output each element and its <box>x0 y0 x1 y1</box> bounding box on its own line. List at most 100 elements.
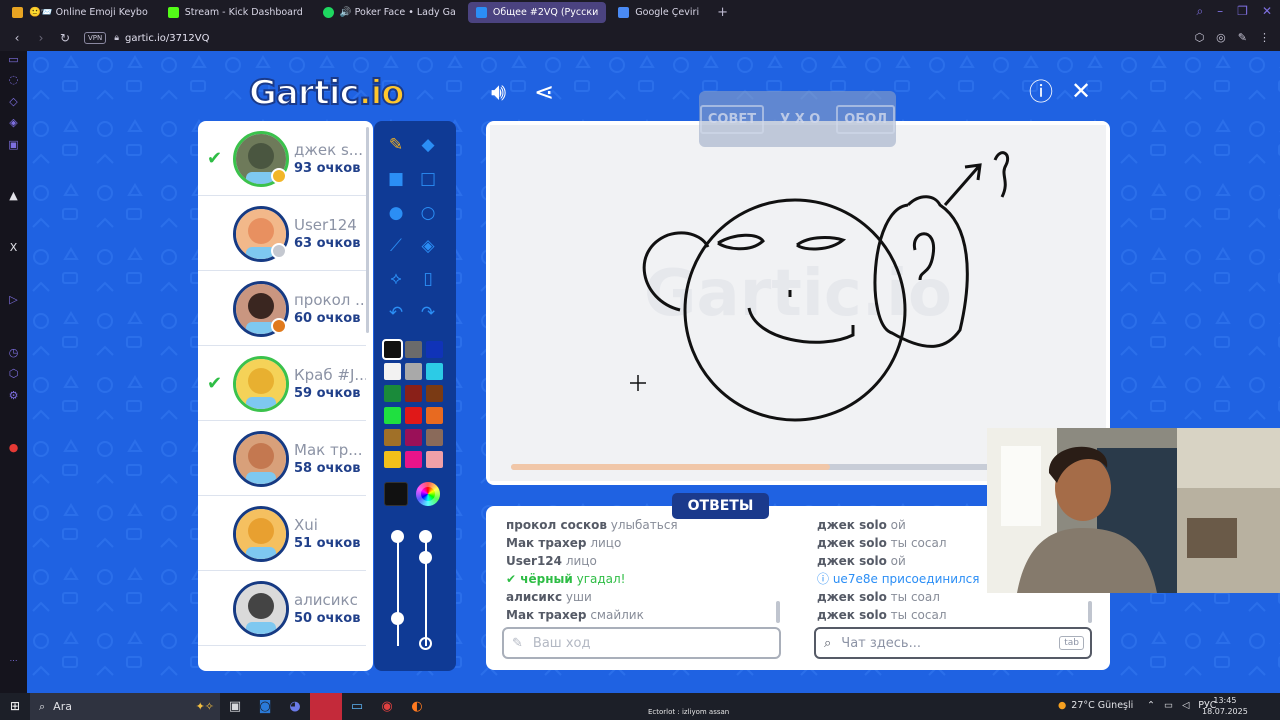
pencil-icon[interactable]: ✎ <box>384 133 408 157</box>
x-icon[interactable]: X <box>7 241 20 254</box>
explorer-icon[interactable]: ▭ <box>342 693 372 720</box>
search-tabs-icon[interactable]: ⌕ <box>1196 4 1203 19</box>
player-icon[interactable]: ▷ <box>7 293 20 306</box>
gartic-logo[interactable]: Gartic.io <box>248 72 406 114</box>
chat-input[interactable]: ⌕ Чат здесь... tab <box>814 627 1092 659</box>
color-swatch[interactable] <box>384 407 401 424</box>
player-row[interactable]: Xui 51 очков <box>198 496 366 571</box>
color-swatch[interactable] <box>405 363 422 380</box>
player-row[interactable]: прокол ... 60 очков <box>198 271 366 346</box>
color-swatch[interactable] <box>405 341 422 358</box>
color-swatch[interactable] <box>426 451 443 468</box>
rectangle-icon[interactable]: □ <box>416 167 440 191</box>
menu-icon[interactable]: ⋮ <box>1259 31 1270 44</box>
forward-icon[interactable]: › <box>34 31 48 45</box>
redo-icon[interactable]: ↷ <box>416 301 440 325</box>
color-swatch[interactable] <box>426 429 443 446</box>
history-icon[interactable]: ◷ <box>7 346 20 359</box>
minimize-icon[interactable]: – <box>1217 4 1223 19</box>
color-swatch[interactable] <box>405 451 422 468</box>
player-list-scrollbar[interactable] <box>366 127 369 333</box>
brush-size-knob[interactable] <box>391 530 404 543</box>
color-swatch[interactable] <box>405 385 422 402</box>
extensions-icon[interactable]: ⬡ <box>1195 31 1205 44</box>
messenger-icon[interactable]: ▭ <box>7 53 20 66</box>
answers-tab-label[interactable]: ОТВЕТЫ <box>672 493 769 519</box>
network-icon[interactable]: ▭ <box>1164 700 1173 711</box>
obs-icon[interactable]: ◉ <box>372 693 402 720</box>
color-swatch[interactable] <box>426 341 443 358</box>
browser-tab-gartic[interactable]: Общее #2VQ (Русски <box>467 2 607 23</box>
discord-icon[interactable]: ◕ <box>280 693 310 720</box>
browser-tab-spotify[interactable]: 🔊 Poker Face • Lady Ga <box>315 2 464 23</box>
browser-tab-translate[interactable]: Google Çeviri <box>610 2 707 23</box>
volume-icon[interactable]: ◁ <box>1182 700 1189 711</box>
fill-bucket-icon[interactable]: ◈ <box>416 234 440 258</box>
record-icon[interactable]: ● <box>7 441 20 454</box>
app-icon[interactable] <box>310 693 342 720</box>
share-icon[interactable]: ⋖ <box>534 80 554 104</box>
color-swatch[interactable] <box>405 429 422 446</box>
current-color-swatch[interactable] <box>384 482 408 506</box>
settings-icon[interactable]: ⚙ <box>7 389 20 402</box>
brush-size-slider[interactable] <box>397 536 399 646</box>
opacity-knob[interactable] <box>419 551 432 564</box>
filled-ellipse-icon[interactable]: ● <box>384 201 408 225</box>
sound-icon[interactable]: 🔊︎ <box>491 80 506 104</box>
color-swatch[interactable] <box>384 429 401 446</box>
maximize-icon[interactable]: ❐ <box>1237 4 1248 19</box>
color-swatch[interactable] <box>426 407 443 424</box>
messenger-icon[interactable]: ◈ <box>7 116 20 129</box>
taskbar-search[interactable]: ⌕ Ara ✦✧ <box>30 693 220 720</box>
aria-icon[interactable]: ▲ <box>7 189 20 202</box>
pin-icon[interactable]: ✎ <box>1238 31 1247 44</box>
player-row[interactable]: User124 63 очков <box>198 196 366 271</box>
close-icon[interactable]: ✕ <box>1071 79 1091 103</box>
hint-button[interactable]: СОВЕТ <box>699 104 765 134</box>
close-window-icon[interactable]: ✕ <box>1262 4 1272 19</box>
vpn-badge[interactable]: VPN <box>84 32 107 44</box>
color-swatch[interactable] <box>384 363 401 380</box>
player-row[interactable]: ✔ джек s... 93 очков <box>198 121 366 196</box>
chat-scrollbar[interactable] <box>1088 601 1092 623</box>
color-swatch[interactable] <box>426 385 443 402</box>
weather-widget[interactable]: ● 27°C Güneşli <box>1058 700 1133 711</box>
browser-tab-kick[interactable]: Stream - Kick Dashboard <box>160 2 311 23</box>
url-field[interactable]: gartic.io/3712VQ <box>125 33 209 44</box>
opacity-knob[interactable] <box>419 637 432 650</box>
messenger-icon[interactable]: ▣ <box>7 138 20 151</box>
screenshot-icon[interactable]: ◎ <box>1216 31 1226 44</box>
answers-scrollbar[interactable] <box>776 601 780 623</box>
filled-rectangle-icon[interactable]: ■ <box>384 167 408 191</box>
eyedropper-icon[interactable]: ⟡ <box>384 267 408 291</box>
color-picker-icon[interactable] <box>416 482 440 506</box>
browser-tab-emoji[interactable]: 🙂📨 Online Emoji Keybo <box>4 2 156 23</box>
guess-input[interactable]: ✎ Ваш ход <box>502 627 781 659</box>
hint-skip-button[interactable]: ОБОЛ <box>836 104 896 134</box>
eraser-icon[interactable]: ◆ <box>416 133 440 157</box>
reload-icon[interactable]: ↻ <box>58 31 72 45</box>
feed-icon[interactable]: ⬡ <box>7 367 20 380</box>
color-swatch[interactable] <box>405 407 422 424</box>
back-icon[interactable]: ‹ <box>10 31 24 45</box>
windows-start-icon[interactable]: ⊞ <box>0 693 30 720</box>
messenger-icon[interactable]: ◌ <box>7 73 20 86</box>
color-swatch[interactable] <box>382 339 403 360</box>
line-icon[interactable]: ⟋ <box>384 234 408 258</box>
color-swatch[interactable] <box>384 451 401 468</box>
undo-icon[interactable]: ↶ <box>384 301 408 325</box>
tray-chevron-icon[interactable]: ⌃ <box>1147 700 1155 711</box>
player-row[interactable]: алисикс 50 очков <box>198 571 366 646</box>
clock[interactable]: 13:45 18.07.2025 <box>1202 695 1248 717</box>
firefox-icon[interactable]: ◐ <box>402 693 432 720</box>
outlook-icon[interactable]: ◙ <box>250 693 280 720</box>
clear-page-icon[interactable]: ▯ <box>416 267 440 291</box>
task-view-icon[interactable]: ▣ <box>220 693 250 720</box>
opacity-knob[interactable] <box>419 530 432 543</box>
color-swatch[interactable] <box>426 363 443 380</box>
info-icon[interactable]: ⓘ <box>1029 80 1053 104</box>
player-row[interactable]: Мак тр... 58 очков <box>198 421 366 496</box>
messenger-icon[interactable]: ◇ <box>7 95 20 108</box>
brush-size-knob[interactable] <box>391 612 404 625</box>
ellipse-icon[interactable]: ○ <box>416 201 440 225</box>
